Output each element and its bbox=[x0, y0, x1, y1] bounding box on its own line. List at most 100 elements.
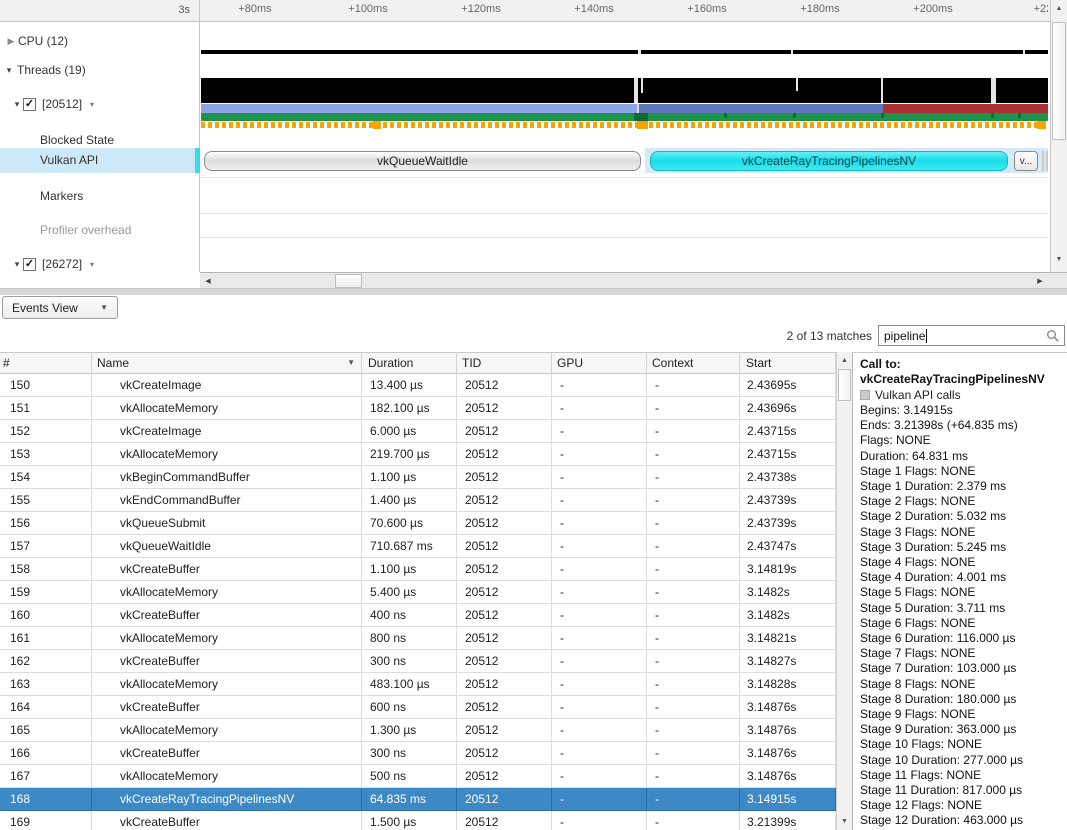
sidebar-item-vulkan-api[interactable]: Vulkan API bbox=[0, 148, 200, 173]
expanded-expander-icon[interactable]: ▾ bbox=[3, 65, 15, 76]
cell-context: - bbox=[647, 581, 740, 604]
cell-start: 3.14821s bbox=[740, 627, 836, 650]
table-row[interactable]: 154vkBeginCommandBuffer1.100 µs20512--2.… bbox=[0, 466, 836, 489]
cell-start: 3.21399s bbox=[740, 811, 836, 830]
expanded-expander-icon[interactable]: ▾ bbox=[11, 259, 23, 270]
table-row[interactable]: 163vkAllocateMemory483.100 µs20512--3.14… bbox=[0, 673, 836, 696]
cell-num: 168 bbox=[0, 788, 92, 811]
table-row[interactable]: 152vkCreateImage6.000 µs20512--2.43715s bbox=[0, 420, 836, 443]
scroll-up-icon[interactable]: ▲ bbox=[837, 353, 852, 368]
horizontal-scrollbar-thumb[interactable] bbox=[335, 274, 362, 288]
ruler-tick-label: +80ms bbox=[238, 3, 271, 15]
vertical-scrollbar-thumb[interactable] bbox=[1052, 22, 1066, 140]
sidebar-item-markers[interactable]: Markers bbox=[0, 187, 200, 205]
expanded-expander-icon[interactable]: ▾ bbox=[11, 99, 23, 110]
scroll-left-icon[interactable]: ◀ bbox=[201, 274, 215, 289]
vkqueuewaitidle-event-bar[interactable]: vkQueueWaitIdle bbox=[204, 151, 641, 171]
table-row[interactable]: 168vkCreateRayTracingPipelinesNV64.835 m… bbox=[0, 788, 836, 811]
cell-start: 3.14876s bbox=[740, 719, 836, 742]
cell-context: - bbox=[647, 742, 740, 765]
thread-options-caret-icon[interactable]: ▾ bbox=[90, 100, 94, 109]
clipped-event-bar[interactable] bbox=[1042, 151, 1044, 171]
timeline-horizontal-scrollbar[interactable]: ◀ ▶ bbox=[200, 272, 1048, 288]
table-row[interactable]: 169vkCreateBuffer1.500 µs20512--3.21399s bbox=[0, 811, 836, 830]
timeline-ruler: 3s +80ms+100ms+120ms+140ms+160ms+180ms+2… bbox=[0, 0, 1067, 22]
api-density-track[interactable] bbox=[201, 113, 1048, 121]
table-vertical-scrollbar[interactable]: ▲ ▼ bbox=[836, 352, 852, 830]
table-row[interactable]: 162vkCreateBuffer300 ns20512--3.14827s bbox=[0, 650, 836, 673]
table-row[interactable]: 167vkAllocateMemory500 ns20512--3.14876s bbox=[0, 765, 836, 788]
thread-activity-track[interactable] bbox=[201, 78, 1048, 103]
sidebar-item-thread-26272[interactable]: ▾ ✓ [26272] ▾ bbox=[0, 255, 200, 273]
sidebar-item-profiler-overhead[interactable]: Profiler overhead bbox=[0, 221, 200, 239]
table-row[interactable]: 164vkCreateBuffer600 ns20512--3.14876s bbox=[0, 696, 836, 719]
thread-26272-checkbox[interactable]: ✓ bbox=[23, 258, 36, 271]
thread-state-track[interactable] bbox=[201, 104, 1048, 113]
table-row[interactable]: 166vkCreateBuffer300 ns20512--3.14876s bbox=[0, 742, 836, 765]
scroll-up-icon[interactable]: ▲ bbox=[1051, 1, 1067, 17]
cell-tid: 20512 bbox=[457, 719, 552, 742]
pane-splitter[interactable] bbox=[0, 288, 1067, 295]
detail-line: Duration: 64.831 ms bbox=[860, 449, 1067, 464]
sidebar-item-label: [26272] bbox=[42, 257, 82, 271]
scroll-down-icon[interactable]: ▼ bbox=[1051, 252, 1067, 268]
table-row[interactable]: 160vkCreateBuffer400 ns20512--3.1482s bbox=[0, 604, 836, 627]
scroll-down-icon[interactable]: ▼ bbox=[837, 814, 852, 829]
collapsed-expander-icon[interactable]: ▶ bbox=[5, 36, 17, 47]
table-row[interactable]: 157vkQueueWaitIdle710.687 ms20512--2.437… bbox=[0, 535, 836, 558]
events-view-dropdown[interactable]: Events View ▼ bbox=[2, 296, 118, 319]
column-header-num[interactable]: # bbox=[0, 353, 92, 374]
table-row[interactable]: 150vkCreateImage13.400 µs20512--2.43695s bbox=[0, 374, 836, 397]
ruler-tick-labels: +80ms+100ms+120ms+140ms+160ms+180ms+200m… bbox=[200, 0, 1048, 22]
detail-line: Ends: 3.21398s (+64.835 ms) bbox=[860, 418, 1067, 433]
column-header-tid[interactable]: TID bbox=[457, 353, 552, 374]
cell-tid: 20512 bbox=[457, 466, 552, 489]
cell-name: vkBeginCommandBuffer bbox=[92, 466, 362, 489]
sidebar-item-thread-20512[interactable]: ▾ ✓ [20512] ▾ bbox=[0, 95, 200, 113]
table-row[interactable]: 161vkAllocateMemory800 ns20512--3.14821s bbox=[0, 627, 836, 650]
cell-start: 2.43739s bbox=[740, 512, 836, 535]
table-row[interactable]: 165vkAllocateMemory1.300 µs20512--3.1487… bbox=[0, 719, 836, 742]
search-input[interactable]: pipeline bbox=[878, 325, 1065, 346]
column-header-context[interactable]: Context bbox=[647, 353, 740, 374]
thread-20512-checkbox[interactable]: ✓ bbox=[23, 98, 36, 111]
vkcreateraytracingpipelinesnv-event-bar[interactable]: vkCreateRayTracingPipelinesNV bbox=[650, 151, 1008, 171]
scroll-right-icon[interactable]: ▶ bbox=[1033, 274, 1047, 289]
timeline-vertical-scrollbar[interactable]: ▲ ▼ bbox=[1050, 0, 1067, 272]
table-row[interactable]: 153vkAllocateMemory219.700 µs20512--2.43… bbox=[0, 443, 836, 466]
clipped-event-bar[interactable] bbox=[1046, 151, 1048, 171]
column-header-gpu[interactable]: GPU bbox=[552, 353, 647, 374]
cpu-utilization-track[interactable] bbox=[201, 50, 1048, 54]
timeline-canvas[interactable]: vkQueueWaitIdle vkCreateRayTracingPipeli… bbox=[201, 22, 1048, 272]
cell-context: - bbox=[647, 765, 740, 788]
sidebar-item-label: Vulkan API bbox=[40, 153, 98, 167]
detail-line: Flags: NONE bbox=[860, 433, 1067, 448]
detail-line: Stage 3 Flags: NONE bbox=[860, 525, 1067, 540]
table-row[interactable]: 151vkAllocateMemory182.100 µs20512--2.43… bbox=[0, 397, 836, 420]
table-scrollbar-thumb[interactable] bbox=[838, 369, 851, 401]
state-segment-running bbox=[639, 104, 883, 113]
cell-start: 2.43715s bbox=[740, 443, 836, 466]
cell-gpu: - bbox=[552, 535, 647, 558]
detail-line: Stage 11 Flags: NONE bbox=[860, 768, 1067, 783]
column-header-label: GPU bbox=[557, 353, 583, 374]
column-header-name[interactable]: Name▼ bbox=[92, 353, 362, 374]
cell-tid: 20512 bbox=[457, 788, 552, 811]
cell-name: vkCreateImage bbox=[92, 374, 362, 397]
track-gap bbox=[791, 50, 793, 54]
overflow-events-chip[interactable]: v... bbox=[1014, 151, 1038, 171]
column-header-duration[interactable]: Duration bbox=[362, 353, 457, 374]
table-row[interactable]: 156vkQueueSubmit70.600 µs20512--2.43739s bbox=[0, 512, 836, 535]
sidebar-item-blocked-state[interactable]: Blocked State bbox=[0, 131, 200, 149]
sidebar-item-threads[interactable]: ▾ Threads (19) bbox=[0, 61, 200, 79]
table-row[interactable]: 159vkAllocateMemory5.400 µs20512--3.1482… bbox=[0, 581, 836, 604]
table-row[interactable]: 155vkEndCommandBuffer1.400 µs20512--2.43… bbox=[0, 489, 836, 512]
cell-num: 161 bbox=[0, 627, 92, 650]
thread-options-caret-icon[interactable]: ▾ bbox=[90, 260, 94, 269]
table-header-row: #Name▼DurationTIDGPU ContextStart bbox=[0, 353, 836, 374]
marker-density-track[interactable] bbox=[201, 122, 1048, 128]
column-header-start[interactable]: Start bbox=[740, 353, 836, 374]
sidebar-item-cpu[interactable]: ▶ CPU (12) bbox=[0, 32, 200, 50]
track-gap bbox=[641, 78, 643, 93]
table-row[interactable]: 158vkCreateBuffer1.100 µs20512--3.14819s bbox=[0, 558, 836, 581]
